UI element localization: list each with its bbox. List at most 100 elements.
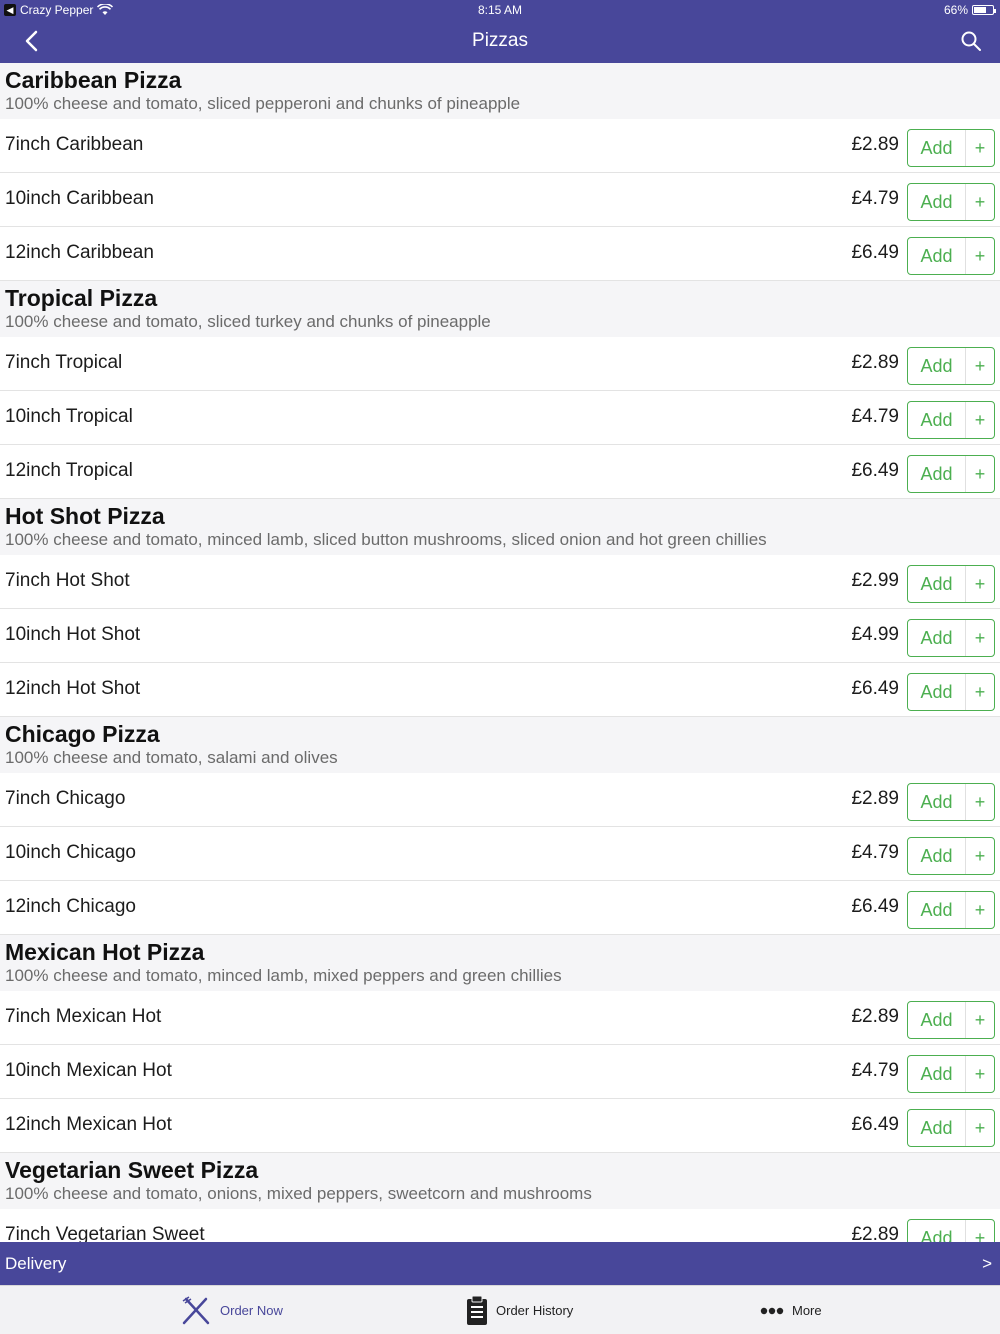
add-to-order-button[interactable]: Add + [907,129,995,167]
section-title: Mexican Hot Pizza [5,939,205,965]
add-to-order-button[interactable]: Add + [907,673,995,711]
add-button-label: Add [908,456,966,492]
add-button-label: Add [908,838,966,874]
menu-item-row[interactable]: 12inch Mexican Hot £6.49 Add + [0,1099,1000,1153]
delivery-bar[interactable]: Delivery > [0,1242,1000,1285]
section-description: 100% cheese and tomato, sliced pepperoni… [5,94,521,113]
tab-more-label: More [792,1303,822,1318]
menu-item-row[interactable]: 12inch Chicago £6.49 Add + [0,881,1000,935]
add-to-order-button[interactable]: Add + [907,565,995,603]
add-to-order-button[interactable]: Add + [907,1109,995,1147]
section-title: Chicago Pizza [5,721,160,747]
add-to-order-button[interactable]: Add + [907,183,995,221]
add-button-label: Add [908,348,966,384]
section-header: Mexican Hot Pizza 100% cheese and tomato,… [0,935,1000,991]
tab-order-now-label: Order Now [220,1303,283,1318]
plus-icon: + [974,682,986,702]
menu-item-price: £6.49 [851,460,899,481]
menu-item-row[interactable]: 10inch Chicago £4.79 Add + [0,827,1000,881]
tab-order-history[interactable]: Order History [466,1286,573,1334]
menu-item-row[interactable]: 10inch Tropical £4.79 Add + [0,391,1000,445]
section-description: 100% cheese and tomato, minced lamb, sli… [5,530,767,549]
menu-item-name: 12inch Caribbean [5,242,154,263]
add-button-label: Add [908,238,966,274]
plus-icon: + [974,900,986,920]
add-to-order-button[interactable]: Add + [907,837,995,875]
plus-icon: + [974,1118,986,1138]
nav-bar: Pizzas [0,20,1000,63]
menu-item-price: £6.49 [851,678,899,699]
menu-item-name: 10inch Tropical [5,406,133,427]
add-button-label: Add [908,1220,966,1242]
tab-more[interactable]: More [760,1286,822,1334]
add-to-order-button[interactable]: Add + [907,347,995,385]
menu-item-name: 10inch Chicago [5,842,136,863]
section-title: Vegetarian Sweet Pizza [5,1157,259,1183]
battery-icon [972,5,996,15]
menu-item-row[interactable]: 7inch Caribbean £2.89 Add + [0,119,1000,173]
plus-icon: + [974,246,986,266]
menu-item-row[interactable]: 10inch Hot Shot £4.99 Add + [0,609,1000,663]
add-button-label: Add [908,130,966,166]
add-to-order-button[interactable]: Add + [907,1001,995,1039]
section-title: Tropical Pizza [5,285,158,311]
menu-item-row[interactable]: 12inch Hot Shot £6.49 Add + [0,663,1000,717]
add-to-order-button[interactable]: Add + [907,237,995,275]
menu-item-price: £2.89 [851,1224,899,1242]
section-header: Hot Shot Pizza 100% cheese and tomato, mi… [0,499,1000,555]
menu-item-row[interactable]: 12inch Caribbean £6.49 Add + [0,227,1000,281]
plus-icon: + [974,628,986,648]
plus-icon: + [974,792,986,812]
menu-item-price: £4.99 [851,624,899,645]
section-description: 100% cheese and tomato, salami and olive… [5,748,338,767]
add-button-label: Add [908,402,966,438]
add-to-order-button[interactable]: Add + [907,783,995,821]
menu-item-name: 7inch Hot Shot [5,570,130,591]
add-to-order-button[interactable]: Add + [907,455,995,493]
plus-icon: + [974,138,986,158]
menu-item-row[interactable]: 7inch Chicago £2.89 Add + [0,773,1000,827]
menu-item-price: £4.79 [851,406,899,427]
section-title: Caribbean Pizza [5,67,182,93]
plus-icon: + [974,846,986,866]
add-to-order-button[interactable]: Add + [907,1055,995,1093]
add-button-label: Add [908,1110,966,1146]
status-bar: ◀ Crazy Pepper 8:15 AM 66% [0,0,1000,20]
menu-item-price: £6.49 [851,1114,899,1135]
section-header: Vegetarian Sweet Pizza 100% cheese and to… [0,1153,1000,1209]
menu-item-row[interactable]: 7inch Hot Shot £2.99 Add + [0,555,1000,609]
menu-item-row[interactable]: 10inch Mexican Hot £4.79 Add + [0,1045,1000,1099]
menu-list[interactable]: Caribbean Pizza 100% cheese and tomato, s… [0,63,1000,1242]
search-icon[interactable] [960,30,982,52]
menu-item-row[interactable]: 7inch Mexican Hot £2.89 Add + [0,991,1000,1045]
battery-fill [974,7,986,13]
menu-item-price: £2.89 [851,134,899,155]
add-button-label: Add [908,1056,966,1092]
plus-icon: + [974,1064,986,1084]
page-title: Pizzas [472,30,528,51]
section-description: 100% cheese and tomato, sliced turkey an… [5,312,491,331]
add-button-label: Add [908,784,966,820]
tab-order-now[interactable]: Order Now [180,1286,283,1334]
menu-item-row[interactable]: 7inch Vegetarian Sweet £2.89 Add + [0,1209,1000,1242]
menu-item-row[interactable]: 10inch Caribbean £4.79 Add + [0,173,1000,227]
add-to-order-button[interactable]: Add + [907,401,995,439]
battery-percent: 66% [943,3,968,17]
plus-icon: + [974,192,986,212]
add-button-label: Add [908,566,966,602]
clipboard-icon [467,1295,487,1325]
add-to-order-button[interactable]: Add + [907,1219,995,1242]
menu-item-name: 12inch Mexican Hot [5,1114,172,1135]
add-to-order-button[interactable]: Add + [907,891,995,929]
add-button-label: Add [908,1002,966,1038]
menu-item-name: 12inch Chicago [5,896,136,917]
menu-item-name: 7inch Mexican Hot [5,1006,162,1027]
section-title: Hot Shot Pizza [5,503,165,529]
menu-item-name: 7inch Chicago [5,788,126,809]
menu-item-row[interactable]: 12inch Tropical £6.49 Add + [0,445,1000,499]
delivery-arrow-icon: > [982,1254,992,1273]
menu-item-row[interactable]: 7inch Tropical £2.89 Add + [0,337,1000,391]
add-to-order-button[interactable]: Add + [907,619,995,657]
menu-item-price: £4.79 [851,1060,899,1081]
plus-icon: + [974,574,986,594]
